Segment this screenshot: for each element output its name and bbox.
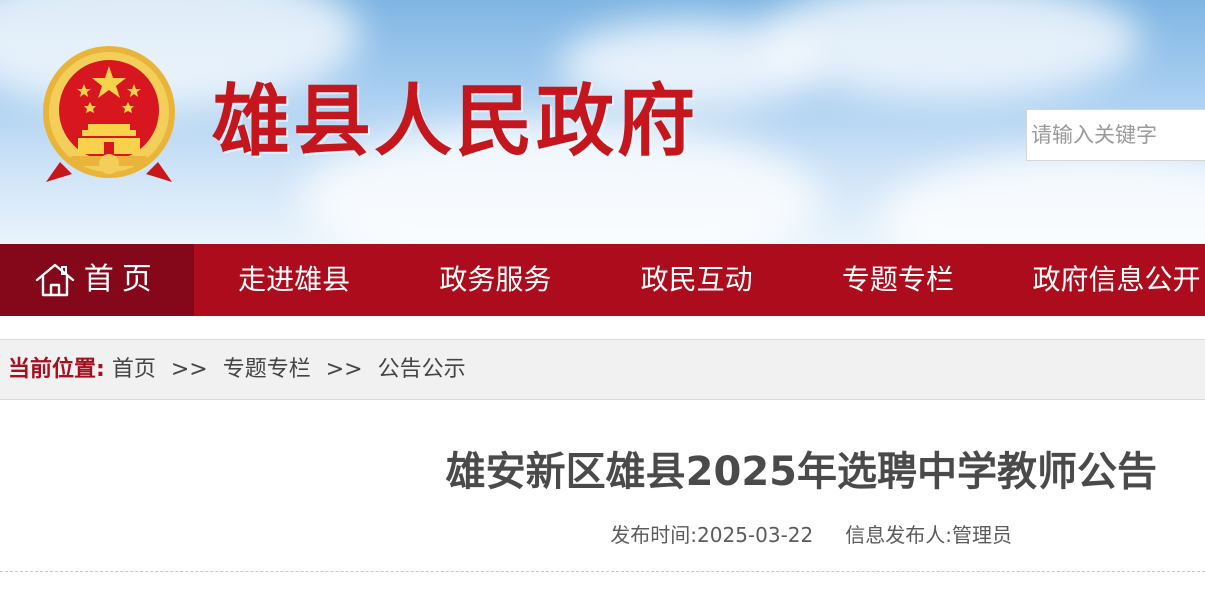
publish-date-label: 发布时间: — [610, 523, 698, 547]
breadcrumb-link-announcements[interactable]: 公告公示 — [378, 357, 466, 382]
sky-cloud — [760, 0, 1140, 100]
breadcrumb-separator: >> — [325, 357, 363, 382]
site-title: 雄县人民政府 — [212, 76, 699, 167]
nav-item-topics[interactable]: 专题专栏 — [797, 244, 998, 316]
national-emblem-icon — [43, 46, 175, 182]
search-input[interactable] — [1026, 109, 1205, 161]
nav-item-home[interactable]: 首页 — [0, 244, 194, 316]
home-icon — [35, 263, 74, 297]
breadcrumb-link-topics[interactable]: 专题专栏 — [223, 357, 311, 382]
publish-date: 2025-03-22 — [697, 523, 814, 547]
breadcrumb-link-home[interactable]: 首页 — [112, 357, 156, 382]
breadcrumb-label: 当前位置: — [8, 357, 105, 382]
nav-item-label: 首页 — [83, 262, 160, 297]
sky-cloud — [880, 150, 1205, 244]
publisher-label: 信息发布人: — [845, 523, 952, 547]
content-divider — [0, 571, 1205, 572]
article-meta: 发布时间:2025-03-22 信息发布人:管理员 — [0, 520, 1012, 550]
site-header: 雄县人民政府 — [0, 0, 1205, 244]
breadcrumb: 当前位置: 首页 >> 专题专栏 >> 公告公示 — [0, 339, 1205, 400]
main-nav: 首页 走进雄县 政务服务 政民互动 专题专栏 政府信息公开 — [0, 244, 1205, 316]
nav-item-about[interactable]: 走进雄县 — [194, 244, 395, 316]
article-title: 雄安新区雄县2025年选聘中学教师公告 — [445, 449, 1157, 495]
nav-item-interaction[interactable]: 政民互动 — [596, 244, 797, 316]
nav-item-services[interactable]: 政务服务 — [395, 244, 596, 316]
publisher-name: 管理员 — [952, 523, 1012, 547]
breadcrumb-separator: >> — [170, 357, 208, 382]
nav-item-info-disclosure[interactable]: 政府信息公开 — [999, 244, 1205, 316]
